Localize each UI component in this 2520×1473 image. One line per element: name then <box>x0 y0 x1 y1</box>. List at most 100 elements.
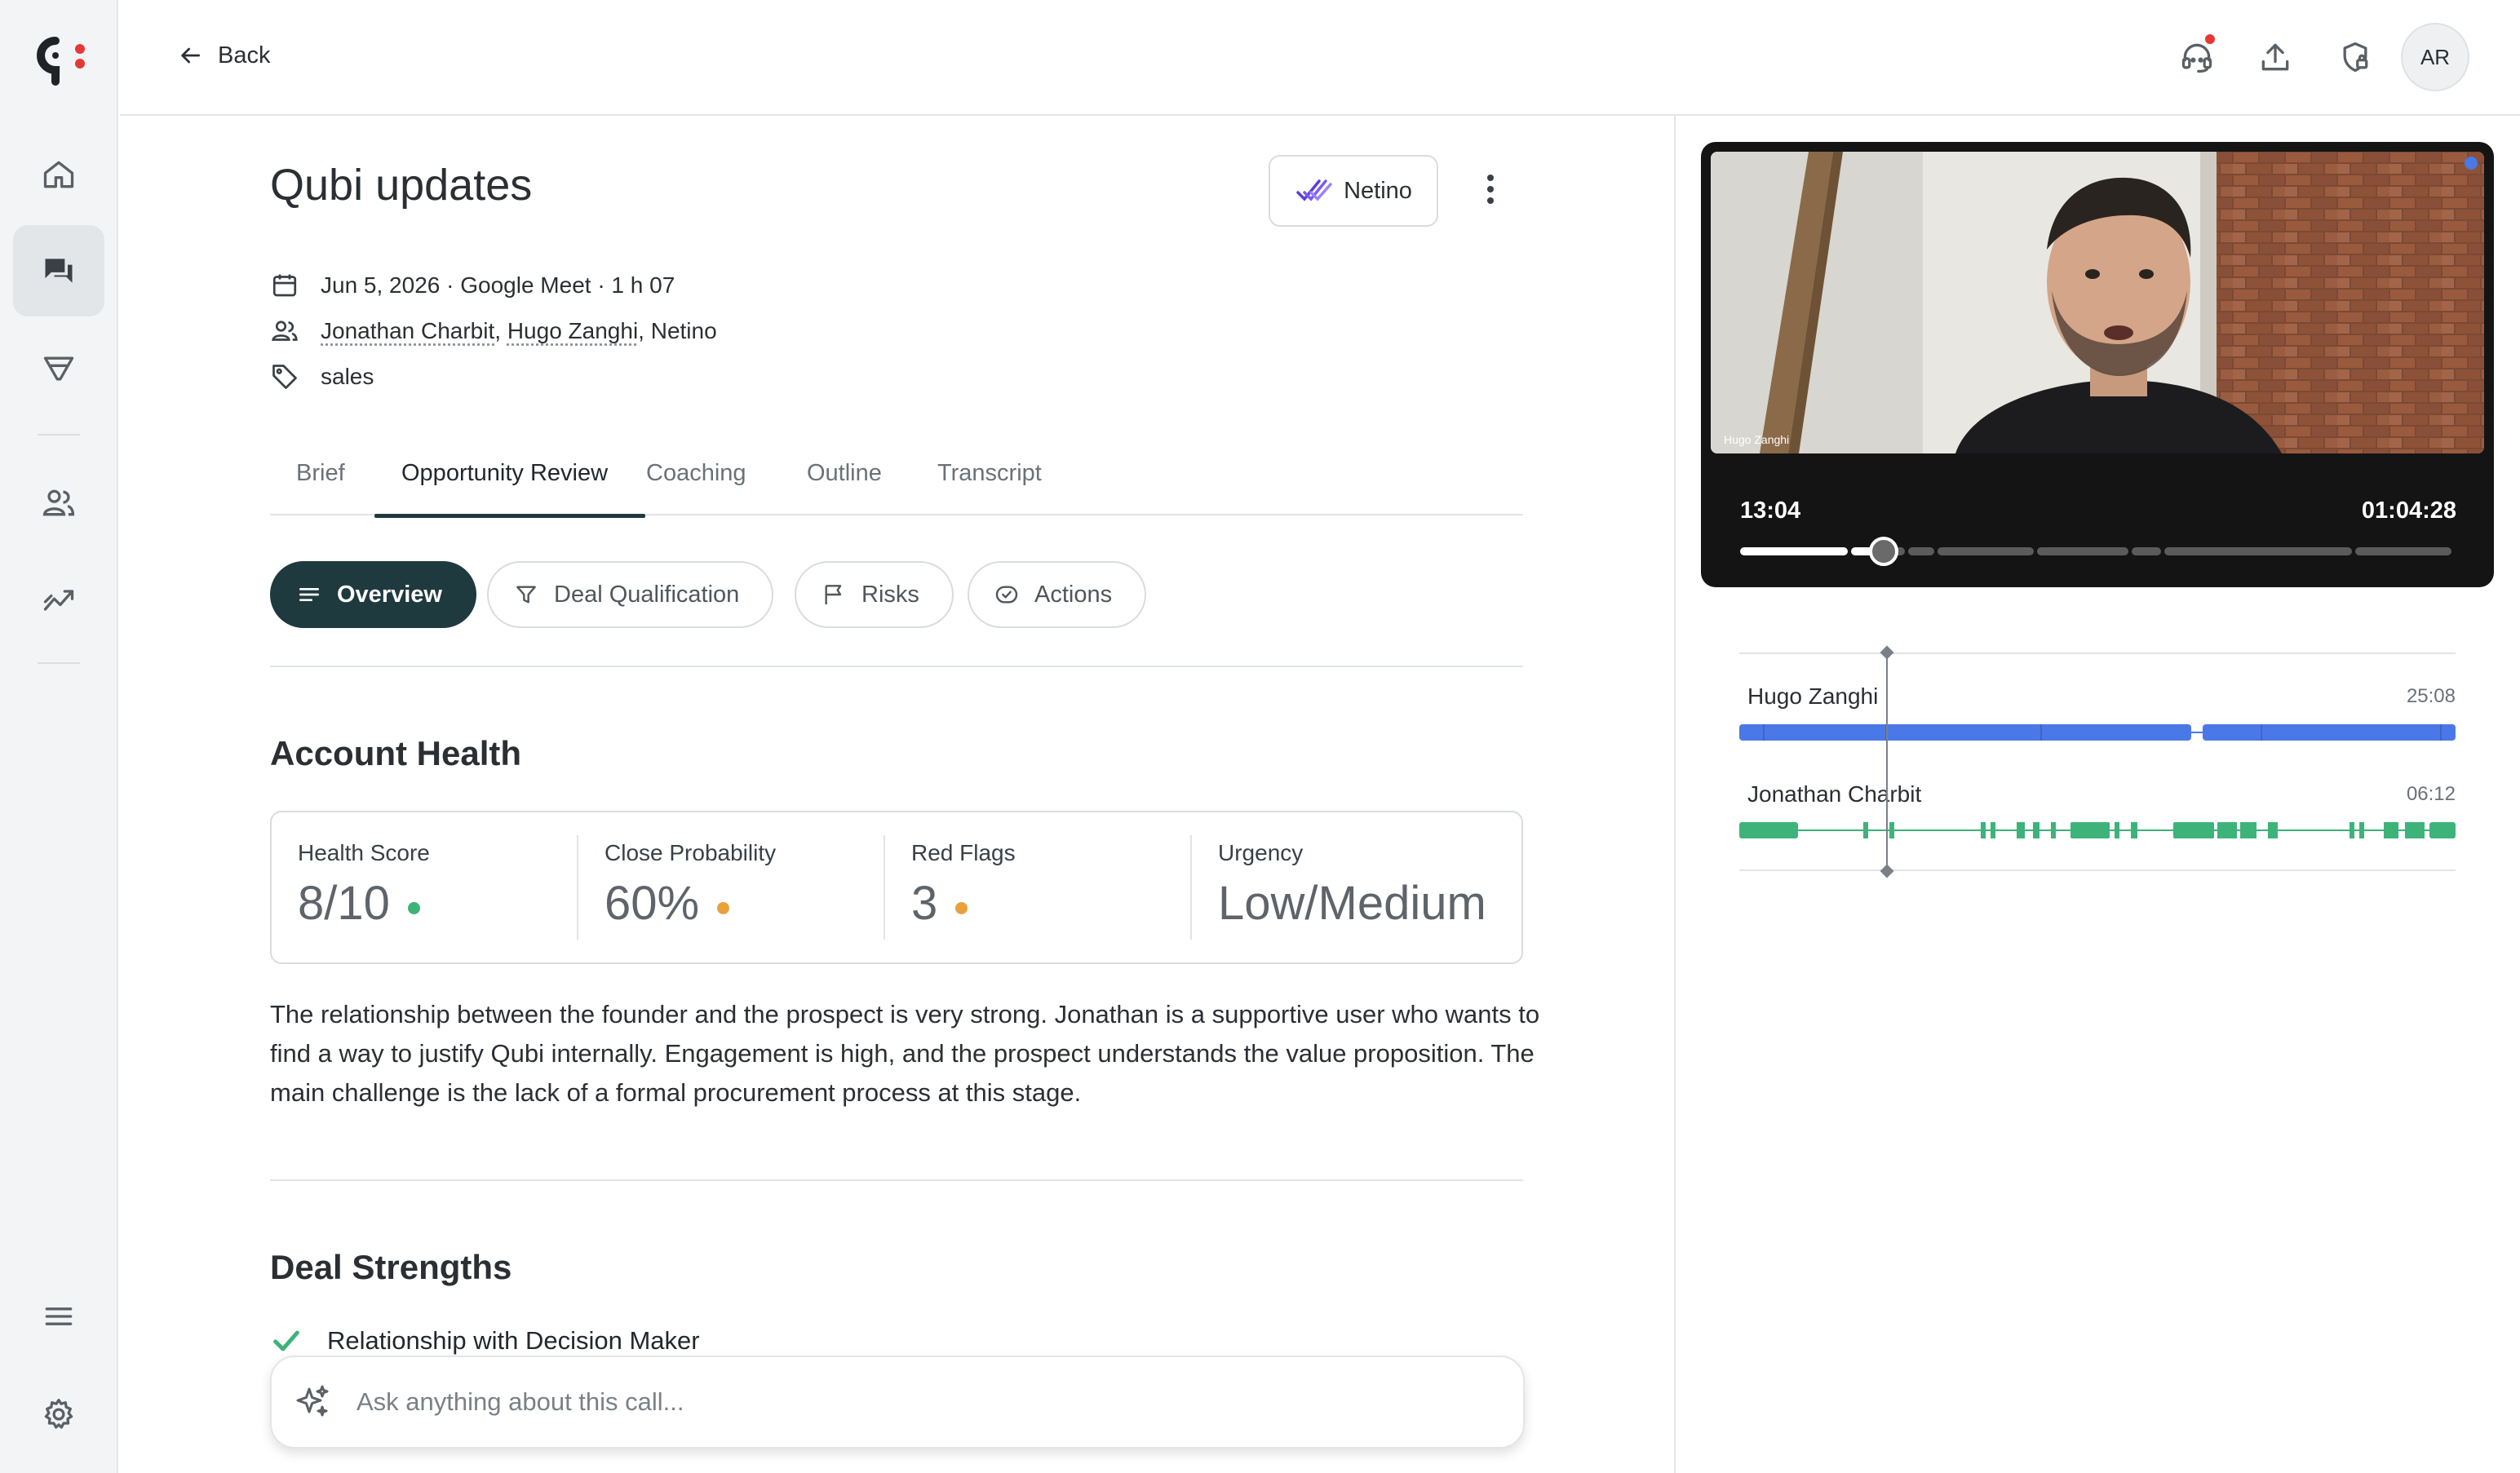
call-title: Qubi updates <box>270 161 533 210</box>
metric-label: Urgency <box>1218 840 1304 865</box>
section-divider <box>270 666 1523 667</box>
metric-value-text: 60% <box>605 877 700 930</box>
active-tab-indicator <box>374 514 645 518</box>
privacy-button[interactable] <box>2331 33 2380 82</box>
strength-item: Relationship with Decision Maker <box>270 1325 700 1357</box>
tab-transcript[interactable]: Transcript <box>937 460 1042 514</box>
chapter-segment[interactable] <box>2355 547 2451 555</box>
people-icon <box>42 489 75 516</box>
analytics-nav-button[interactable] <box>13 555 104 646</box>
participant-link[interactable]: Hugo Zanghi <box>507 318 638 343</box>
status-dot-orange <box>717 902 730 914</box>
speaker-track-jonathan[interactable] <box>1739 819 2456 842</box>
ask-placeholder: Ask anything about this call... <box>357 1387 684 1416</box>
call-meta: Jun 5, 2026 · Google Meet · 1 h 07 <box>321 272 675 298</box>
netino-logo-icon <box>1296 179 1332 201</box>
tab-coaching[interactable]: Coaching <box>646 460 746 514</box>
home-nav-button[interactable] <box>13 129 104 220</box>
checkmark-icon <box>273 1330 299 1351</box>
top-bar: Back AR <box>120 0 2520 116</box>
gear-icon <box>44 1398 73 1429</box>
calls-nav-button[interactable] <box>13 225 104 316</box>
subtab-risks[interactable]: Risks <box>795 561 954 628</box>
speaker-name: Jonathan Charbit <box>1747 781 1922 807</box>
user-avatar[interactable]: AR <box>2401 23 2469 91</box>
company-name: Netino <box>1344 177 1412 204</box>
kebab-menu-icon <box>1487 175 1494 204</box>
account-health-summary: The relationship between the founder and… <box>270 1000 1540 1107</box>
chat-bubbles-icon <box>45 259 73 283</box>
video-speaker-label: Hugo Zanghi <box>1724 433 1789 446</box>
video-frame[interactable]: Hugo Zanghi <box>1711 152 2484 453</box>
tab-outline[interactable]: Outline <box>807 460 882 514</box>
more-options-button[interactable] <box>1474 166 1507 212</box>
deal-strengths-title: Deal Strengths <box>270 1248 512 1286</box>
speaker-duration: 25:08 <box>2406 685 2456 707</box>
menu-nav-button[interactable] <box>13 1271 104 1362</box>
hamburger-menu-icon <box>45 1307 73 1325</box>
back-button[interactable]: Back <box>177 38 270 73</box>
ask-input[interactable]: Ask anything about this call... <box>270 1356 1525 1449</box>
contacts-nav-button[interactable] <box>13 457 104 548</box>
check-circle-icon <box>995 586 1018 604</box>
metric-label: Red Flags <box>911 840 1016 865</box>
chapter-segment[interactable] <box>2037 547 2128 555</box>
deals-nav-button[interactable] <box>13 323 104 414</box>
timeline-playhead[interactable] <box>1886 652 1888 871</box>
sidebar-divider <box>38 662 80 664</box>
speaker-track-hugo[interactable] <box>1739 721 2456 744</box>
subtab-deal-qualification[interactable]: Deal Qualification <box>487 561 774 628</box>
metric-value: 3 <box>911 876 968 931</box>
settings-nav-button[interactable] <box>13 1369 104 1460</box>
lines-icon <box>299 588 319 601</box>
metric-urgency: Urgency Low/Medium <box>1192 812 1521 962</box>
strength-label: Relationship with Decision Maker <box>327 1326 700 1355</box>
total-time: 01:04:28 <box>2361 498 2456 524</box>
share-button[interactable] <box>2251 33 2300 82</box>
call-tag[interactable]: sales <box>321 364 374 390</box>
subtab-label: Risks <box>861 581 919 608</box>
speaker-timeline: Hugo Zanghi 25:08 Jonathan Charbit 06:12 <box>1739 652 2456 871</box>
metric-label: Close Probability <box>605 840 777 865</box>
left-sidebar <box>0 0 118 1473</box>
sidebar-divider <box>38 434 80 436</box>
chapter-segment[interactable] <box>2132 547 2161 555</box>
chapter-segment[interactable] <box>1740 547 1848 555</box>
company-chip[interactable]: Netino <box>1269 155 1438 227</box>
arrow-left-icon <box>181 47 200 64</box>
metric-value: 60% <box>605 876 730 931</box>
video-player[interactable]: Hugo Zanghi 13:04 01:04:28 <box>1701 142 2494 587</box>
meta-participants-row: Jonathan Charbit, Hugo Zanghi, Netino <box>270 316 717 346</box>
progress-scrubber[interactable] <box>1740 537 2456 566</box>
tab-opportunity-review[interactable]: Opportunity Review <box>401 460 608 514</box>
tab-brief[interactable]: Brief <box>296 460 345 514</box>
metric-value-text: Low/Medium <box>1218 877 1486 930</box>
subtab-overview[interactable]: Overview <box>270 561 476 628</box>
filter-icon <box>516 586 536 604</box>
subtab-label: Actions <box>1034 581 1113 608</box>
participant-link[interactable]: Jonathan Charbit <box>321 318 494 343</box>
timeline-border <box>1739 869 2456 871</box>
timeline-border <box>1739 652 2456 654</box>
shield-lock-icon <box>2343 42 2368 73</box>
subtab-actions[interactable]: Actions <box>968 561 1147 628</box>
notification-dot <box>2203 33 2217 46</box>
meta-tag-row: sales <box>270 362 374 391</box>
tag-icon <box>272 365 297 389</box>
chapter-segment[interactable] <box>2164 547 2352 555</box>
chapter-segment[interactable] <box>1938 547 2034 555</box>
subtab-label: Overview <box>337 581 442 608</box>
metric-health-score: Health Score 8/10 <box>272 812 578 962</box>
metric-value-text: 3 <box>911 877 938 930</box>
metric-label: Health Score <box>298 840 430 865</box>
metric-red-flags: Red Flags 3 <box>885 812 1192 962</box>
chapter-segment[interactable] <box>1908 547 1934 555</box>
qubi-logo[interactable] <box>31 33 88 90</box>
meta-date-row: Jun 5, 2026 · Google Meet · 1 h 07 <box>270 271 675 300</box>
participants-list: Jonathan Charbit, Hugo Zanghi, Netino <box>321 318 717 343</box>
scrubber-handle[interactable] <box>1869 537 1898 566</box>
support-button[interactable] <box>2172 33 2221 82</box>
sparkles-icon <box>296 1385 329 1417</box>
metric-close-probability: Close Probability 60% <box>578 812 885 962</box>
metric-value: Low/Medium <box>1218 876 1486 931</box>
